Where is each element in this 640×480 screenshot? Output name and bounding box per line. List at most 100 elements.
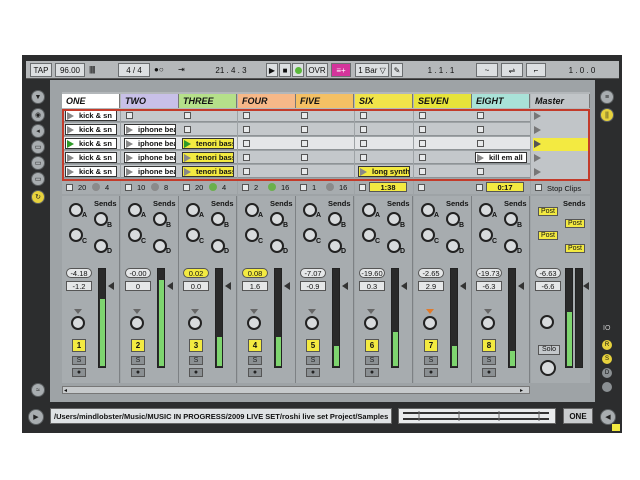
send-b-knob[interactable] (504, 212, 518, 226)
metronome-icon[interactable]: ●○ (154, 64, 168, 76)
follow-icon[interactable]: ⇥ (178, 64, 192, 76)
track-header[interactable]: FOUR (238, 94, 296, 108)
fader-handle-icon[interactable] (284, 282, 290, 290)
record-icon[interactable] (292, 63, 304, 77)
track-pan-knob[interactable] (188, 316, 202, 330)
send-d-knob[interactable] (270, 239, 284, 253)
track-pan-knob[interactable] (423, 316, 437, 330)
send-a-knob[interactable] (245, 203, 259, 217)
track-activator[interactable]: 6 (365, 339, 379, 352)
expand-browser-icon[interactable]: ▶ (28, 409, 44, 425)
solo-button[interactable]: S (424, 356, 438, 365)
send-b-knob[interactable] (270, 212, 284, 226)
send-a-knob[interactable] (69, 203, 83, 217)
track-pan-field[interactable]: -1.2 (66, 281, 92, 291)
browser-home-icon[interactable]: ◉ (31, 108, 45, 122)
master-pan-field[interactable]: -6.6 (535, 281, 561, 291)
io-toggle[interactable]: IO (603, 325, 610, 332)
sends-toggle[interactable]: S (602, 354, 612, 364)
solo-button[interactable]: Solo (538, 345, 560, 355)
tempo-field[interactable]: 96.00 (55, 63, 85, 77)
track-volume-field[interactable]: -2.65 (418, 268, 444, 278)
send-a-knob[interactable] (362, 203, 376, 217)
expand-detail-icon[interactable]: ◀ (600, 409, 616, 425)
send-c-knob[interactable] (362, 228, 376, 242)
signature-field[interactable]: 4 / 4 (118, 63, 150, 77)
loop-length[interactable]: 1 . 0 . 0 (549, 63, 615, 77)
send-d-knob[interactable] (94, 239, 108, 253)
track-pan-knob[interactable] (247, 316, 261, 330)
arm-button[interactable]: ● (424, 368, 438, 377)
nudge-icon[interactable]: ||||| (89, 64, 105, 76)
send-d-knob[interactable] (504, 239, 518, 253)
stop-track-icon[interactable] (300, 184, 307, 191)
places-icon[interactable]: ▭ (31, 156, 45, 170)
delay-toggle[interactable]: D (602, 368, 612, 378)
punch-out-icon[interactable]: ⌐ (526, 63, 546, 77)
send-d-knob[interactable] (387, 239, 401, 253)
arm-button[interactable]: ● (248, 368, 262, 377)
stop-track-icon[interactable] (242, 184, 249, 191)
fader-handle-icon[interactable] (460, 282, 466, 290)
master-volume-field[interactable]: -6.63 (535, 268, 561, 278)
track-pan-knob[interactable] (71, 316, 85, 330)
send-d-knob[interactable] (328, 239, 342, 253)
stop-clips-icon[interactable] (535, 184, 542, 191)
track-pan-knob[interactable] (130, 316, 144, 330)
scroll-right-icon[interactable]: ▸ (520, 387, 526, 394)
fader-handle-icon[interactable] (225, 282, 231, 290)
session-record-icon[interactable]: ≡+ (331, 63, 351, 77)
track-header[interactable]: SEVEN (414, 94, 472, 108)
arrangement-view-icon[interactable]: || (600, 108, 614, 122)
send-d-knob[interactable] (211, 239, 225, 253)
arm-button[interactable]: ● (131, 368, 145, 377)
stop-track-icon[interactable] (125, 184, 132, 191)
send-c-knob[interactable] (479, 228, 493, 242)
send-a-knob[interactable] (421, 203, 435, 217)
waveform-icon[interactable]: ≈ (31, 383, 45, 397)
track-volume-field[interactable]: -4.18 (66, 268, 92, 278)
solo-button[interactable]: S (72, 356, 86, 365)
post-button[interactable]: Post (565, 244, 585, 253)
master-pan-knob[interactable] (540, 315, 554, 329)
plugins-icon[interactable]: ◂ (31, 124, 45, 138)
session-view-icon[interactable]: ≡ (600, 90, 614, 104)
track-pan-field[interactable]: 0 (125, 281, 151, 291)
track-header[interactable]: FIVE (296, 94, 354, 108)
folder-icon[interactable]: ▭ (31, 140, 45, 154)
send-b-knob[interactable] (211, 212, 225, 226)
overview-waveform[interactable] (398, 408, 556, 424)
arm-button[interactable]: ● (482, 368, 496, 377)
send-a-knob[interactable] (186, 203, 200, 217)
track-activator[interactable]: 1 (72, 339, 86, 352)
track-pan-field[interactable]: 1.6 (242, 281, 268, 291)
loop-switch-icon[interactable]: ⇌ (501, 63, 523, 77)
stop-icon[interactable]: ■ (279, 63, 291, 77)
send-a-knob[interactable] (128, 203, 142, 217)
send-a-knob[interactable] (303, 203, 317, 217)
fader-handle-icon[interactable] (518, 282, 524, 290)
stop-track-icon[interactable] (183, 184, 190, 191)
cue-volume-knob[interactable] (540, 360, 556, 376)
post-button[interactable]: Post (538, 207, 558, 216)
track-pan-knob[interactable] (305, 316, 319, 330)
track-volume-field[interactable]: -19.60 (359, 268, 385, 278)
punch-in-icon[interactable]: ~ (476, 63, 498, 77)
send-c-knob[interactable] (245, 228, 259, 242)
solo-button[interactable]: S (189, 356, 203, 365)
track-header[interactable]: TWO (121, 94, 179, 108)
send-c-knob[interactable] (69, 228, 83, 242)
send-b-knob[interactable] (94, 212, 108, 226)
arm-button[interactable]: ● (306, 368, 320, 377)
solo-button[interactable]: S (365, 356, 379, 365)
track-activator[interactable]: 7 (424, 339, 438, 352)
arm-button[interactable]: ● (72, 368, 86, 377)
track-volume-field[interactable]: -19.73 (476, 268, 502, 278)
fader-handle-icon[interactable] (583, 282, 589, 290)
track-activator[interactable]: 8 (482, 339, 496, 352)
track-header[interactable]: ONE (62, 94, 120, 108)
stop-track-icon[interactable] (66, 184, 73, 191)
post-button[interactable]: Post (565, 219, 585, 228)
stop-track-icon[interactable] (359, 184, 366, 191)
ovr-button[interactable]: OVR (306, 63, 328, 77)
